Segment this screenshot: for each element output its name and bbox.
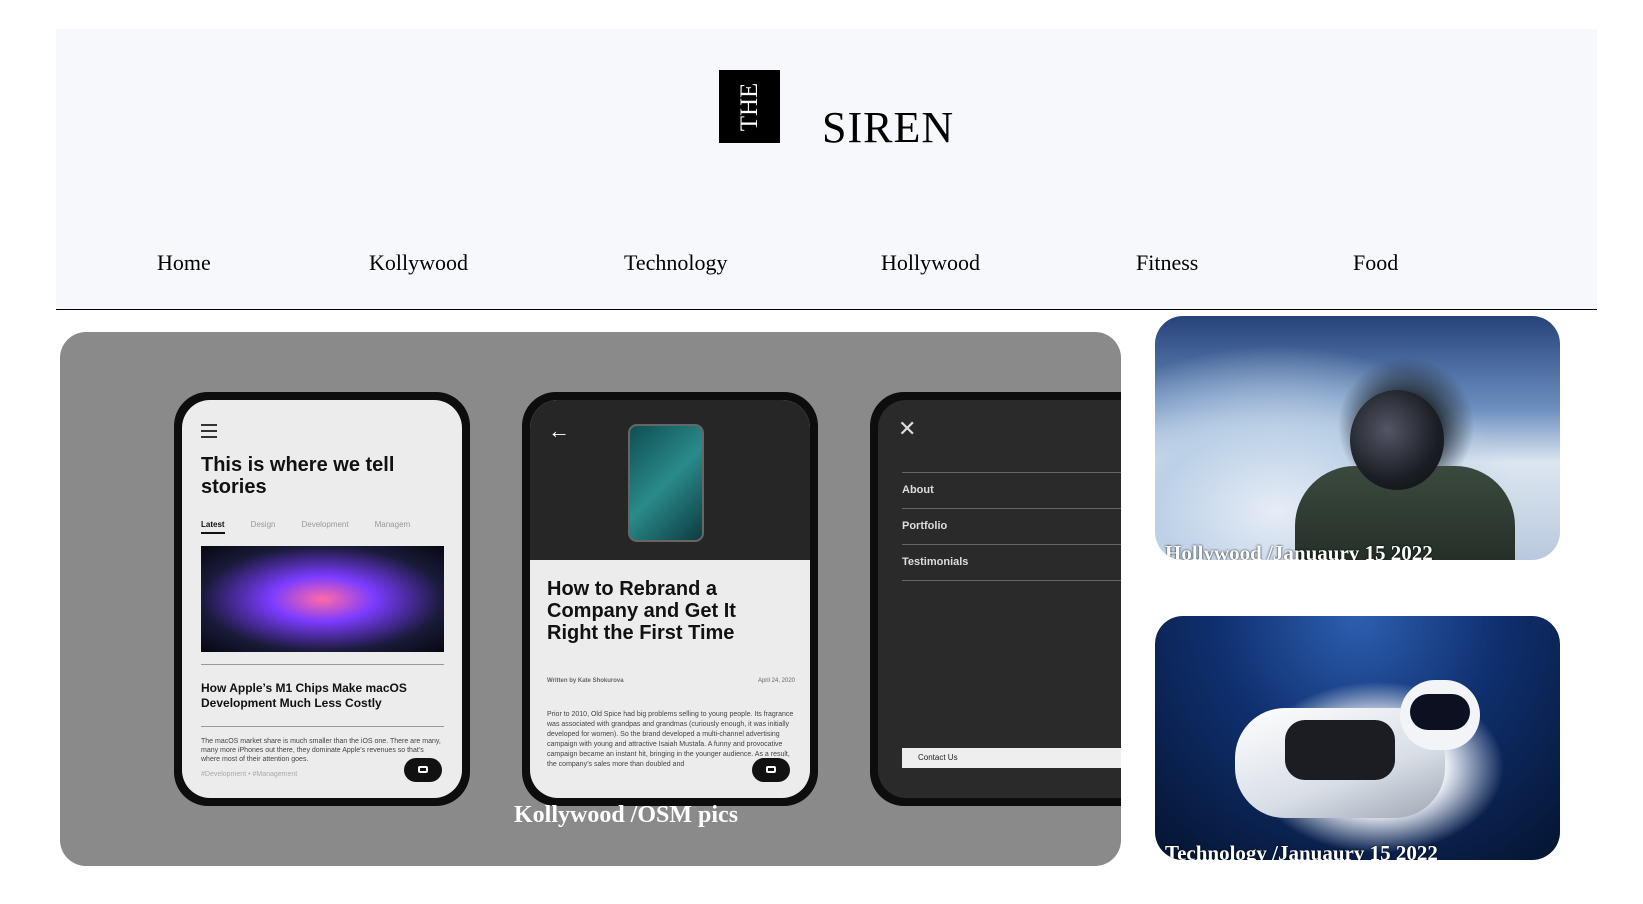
phone-mockup-menu: ✕ About Portfolio Testimonials Contact U… [870, 392, 1121, 806]
game-controller-touchpad [1285, 720, 1395, 780]
phone-menu-item: About [902, 484, 934, 496]
post-card-caption[interactable]: Hollywood /Januaury 15 2022 [1165, 541, 1433, 560]
phone-heading: This is where we tell stories [201, 454, 395, 498]
featured-post[interactable]: This is where we tell stories Latest Desi… [60, 332, 1121, 866]
hamburger-icon [201, 424, 217, 438]
laptop-image [201, 546, 444, 652]
phone-article-author: Written by Kate Shokurova [547, 678, 624, 684]
logo-mark-text: THE [735, 82, 763, 131]
phone-contact-button: Contact Us [902, 748, 1121, 768]
arrow-left-icon: ← [548, 418, 570, 443]
nav-food[interactable]: Food [1353, 250, 1398, 276]
nav-fitness[interactable]: Fitness [1136, 250, 1198, 276]
phone-tabs: Latest Design Development Managem [201, 520, 436, 534]
phone-article-title: How Apple’s M1 Chips Make macOS Developm… [201, 681, 407, 710]
pilot-helmet-image [1350, 390, 1444, 490]
site-header: THE SIREN Home Kollywood Technology Holl… [56, 29, 1597, 310]
phone-tab: Development [301, 520, 349, 529]
nav-hollywood[interactable]: Hollywood [881, 250, 980, 276]
nav-technology[interactable]: Technology [624, 250, 728, 276]
phone-mockup-stories: This is where we tell stories Latest Desi… [174, 392, 470, 806]
nav-kollywood[interactable]: Kollywood [369, 250, 468, 276]
logo-mark[interactable]: THE [719, 70, 780, 143]
divider [902, 544, 1121, 545]
divider [902, 472, 1121, 473]
chat-icon [752, 758, 790, 782]
post-card-technology[interactable]: Technology /Januaury 15 2022 [1155, 616, 1560, 860]
divider [201, 664, 444, 665]
phone-article-date: April 24, 2020 [757, 678, 795, 684]
phone-article-meta: Written by Kate Shokurova April 24, 2020 [547, 678, 795, 684]
phone-article-title: How to Rebrand a Company and Get It Righ… [547, 578, 736, 644]
divider [902, 580, 1121, 581]
divider [201, 726, 444, 727]
phone-tab: Managem [374, 520, 411, 529]
phone-tab: Design [250, 520, 276, 529]
phone-mockup-article: ← How to Rebrand a Company and Get It Ri… [522, 392, 818, 806]
phone-tab: Latest [201, 520, 225, 534]
nav-home[interactable]: Home [157, 250, 211, 276]
post-card-hollywood[interactable]: Hollywood /Januaury 15 2022 [1155, 316, 1560, 560]
featured-post-caption[interactable]: Kollywood /OSM pics [514, 802, 738, 829]
phone-menu-item: Testimonials [902, 556, 969, 568]
phone-screen: ✕ About Portfolio Testimonials Contact U… [878, 400, 1121, 798]
phone-menu-item: Portfolio [902, 520, 948, 532]
phone-screen: ← How to Rebrand a Company and Get It Ri… [530, 400, 810, 798]
site-title[interactable]: SIREN [822, 102, 954, 153]
post-card-caption[interactable]: Technology /Januaury 15 2022 [1165, 841, 1438, 860]
smartphone-image [628, 424, 704, 542]
phone-screen: This is where we tell stories Latest Desi… [182, 400, 462, 798]
close-icon: ✕ [898, 416, 917, 441]
divider [902, 508, 1121, 509]
robot-face [1410, 694, 1470, 730]
chat-icon [404, 758, 442, 782]
